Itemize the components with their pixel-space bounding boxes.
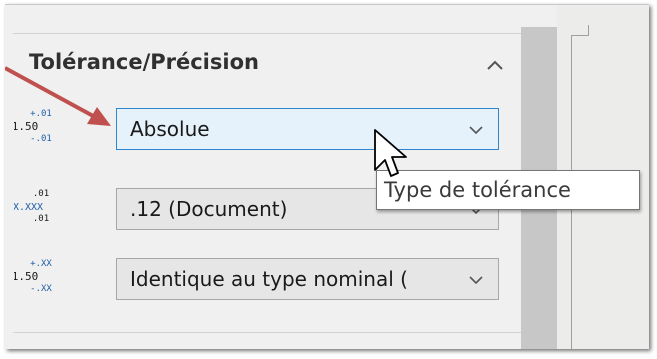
svg-text:1.50: 1.50 — [14, 270, 38, 283]
svg-text:X.XXX: X.XXX — [14, 202, 43, 213]
tolerance-type-dropdown[interactable]: Absolue — [116, 108, 499, 150]
chevron-down-icon — [469, 126, 483, 135]
tooltip: Type de tolérance — [376, 170, 640, 210]
graphics-edge — [571, 35, 589, 36]
property-manager-window: Tolérance/Précision +.01 1.50 -.01 Absol… — [5, 4, 649, 349]
graphics-edge — [588, 25, 589, 36]
chevron-up-icon — [487, 60, 503, 70]
svg-text:+.XX: +.XX — [30, 259, 52, 269]
primary-precision-value: .12 (Document) — [130, 197, 288, 221]
svg-text:.01: .01 — [33, 189, 49, 199]
tolerance-precision-value: Identique au type nominal ( — [130, 267, 408, 291]
chevron-down-icon — [469, 276, 483, 285]
primary-precision-icon: .01 X.XXX .01 — [14, 189, 49, 224]
svg-text:-.XX: -.XX — [30, 284, 52, 294]
tolerance-precision-dropdown[interactable]: Identique au type nominal ( — [116, 258, 499, 300]
tolerance-type-value: Absolue — [130, 117, 210, 141]
collapse-button[interactable] — [480, 54, 510, 78]
callout-arrow-icon — [5, 66, 111, 126]
svg-text:.01: .01 — [33, 214, 49, 224]
mouse-pointer-icon — [374, 129, 407, 177]
tolerance-precision-icon: +.XX 1.50 -.XX — [14, 259, 52, 294]
